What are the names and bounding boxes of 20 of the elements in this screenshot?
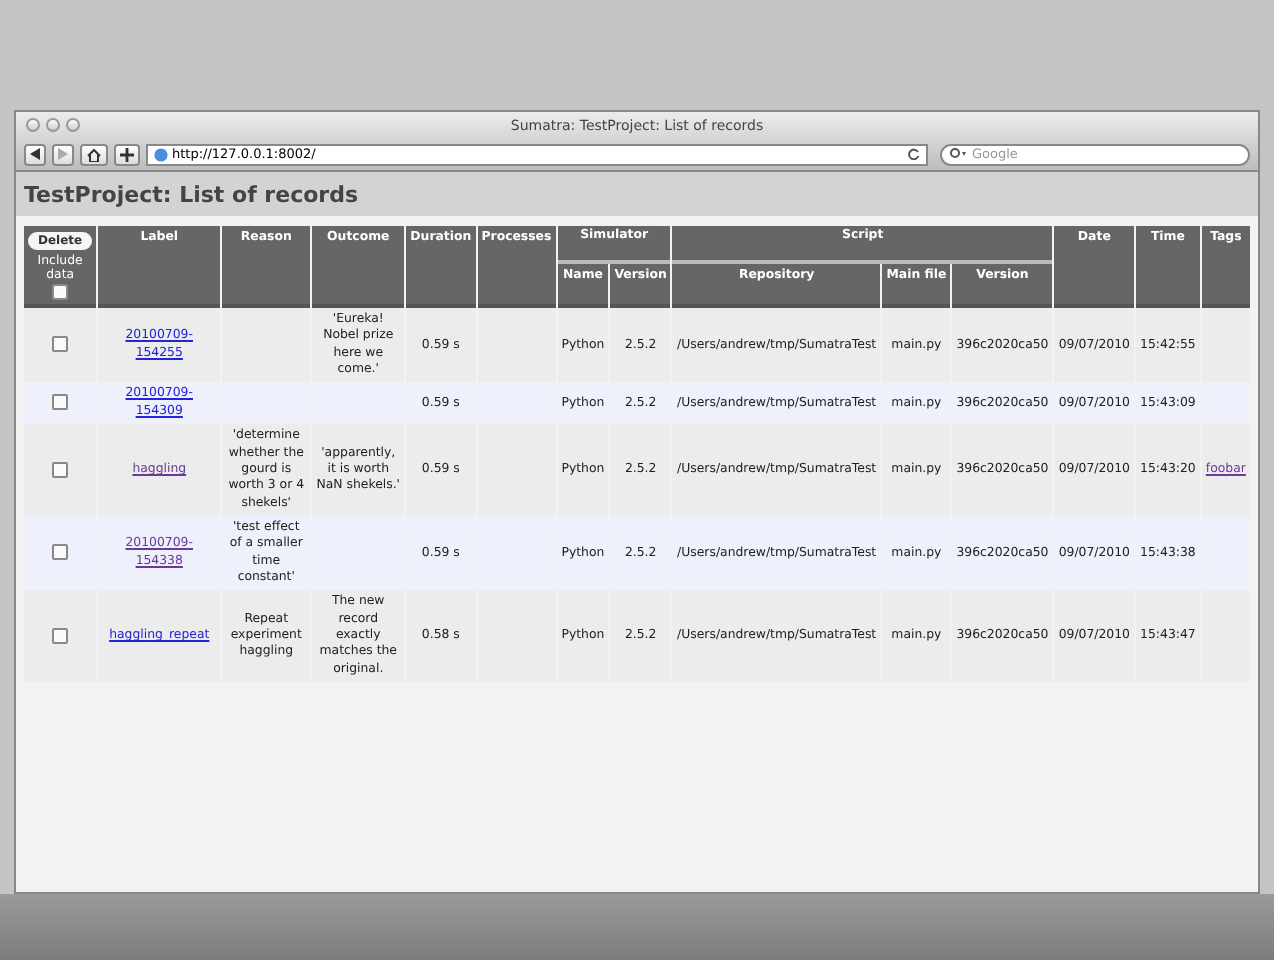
include-data-checkbox[interactable] — [52, 283, 69, 300]
reload-icon[interactable] — [908, 148, 920, 160]
search-icon — [950, 148, 968, 160]
right-arrow-icon — [58, 148, 68, 160]
row-checkbox[interactable] — [52, 461, 69, 478]
row-checkbox[interactable] — [52, 627, 69, 644]
plus-icon — [120, 147, 134, 161]
close-button[interactable] — [26, 118, 40, 132]
home-icon — [86, 147, 102, 161]
globe-icon — [154, 147, 168, 161]
row-checkbox[interactable] — [52, 394, 69, 411]
zoom-button[interactable] — [66, 118, 80, 132]
add-bookmark-button[interactable] — [114, 143, 140, 165]
page-heading: TestProject: List of records — [24, 181, 358, 207]
left-arrow-icon — [30, 148, 40, 160]
home-button[interactable] — [80, 143, 108, 165]
back-button[interactable] — [24, 143, 46, 165]
row-checkbox[interactable] — [52, 336, 69, 353]
row-checkbox[interactable] — [52, 544, 69, 561]
minimize-button[interactable] — [46, 118, 60, 132]
